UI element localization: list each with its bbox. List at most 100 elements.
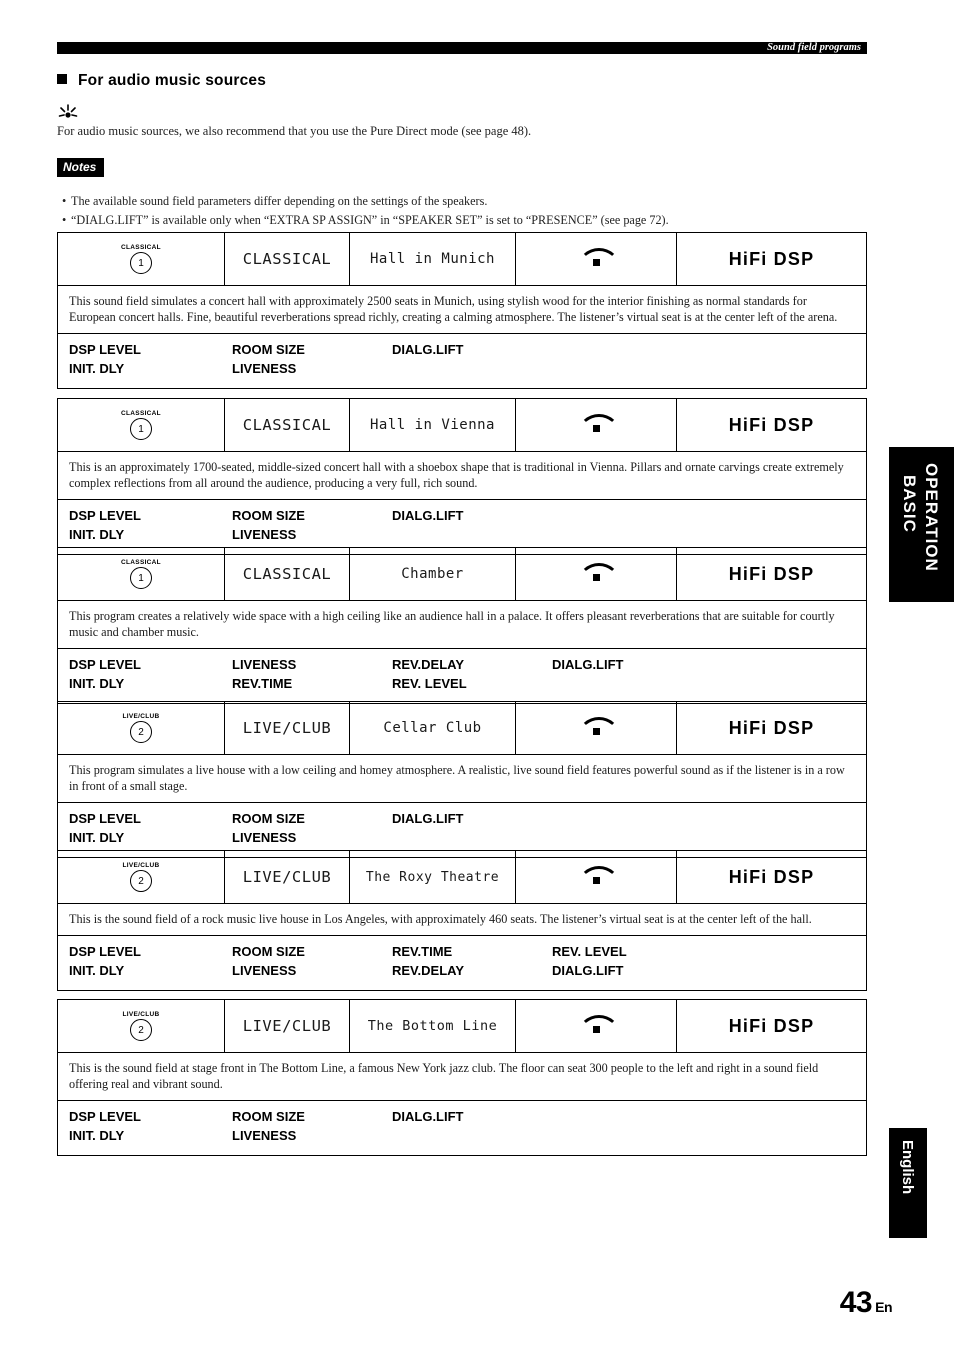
remote-button-indicator[interactable]: LIVE/CLUB 2 xyxy=(58,702,225,754)
hifi-dsp-badge: HiFi DSP xyxy=(728,717,815,738)
parameter-row-2: INIT. DLY LIVENESS xyxy=(69,829,855,848)
program-name: Cellar Club xyxy=(350,702,516,754)
parameter: LIVENESS xyxy=(232,962,297,978)
program-name: Hall in Vienna xyxy=(350,399,516,451)
side-tab-basic-operation: BASIC OPERATION xyxy=(889,447,954,602)
header-rule: Sound field programs xyxy=(57,42,867,54)
remote-button-indicator[interactable]: CLASSICAL 1 xyxy=(58,399,225,451)
parameter: LIVENESS xyxy=(232,657,297,673)
parameter: LIVENESS xyxy=(232,1128,297,1144)
program-description: This is the sound field of a rock music … xyxy=(58,903,866,935)
parameter: INIT. DLY xyxy=(69,527,125,543)
parameter: REV. LEVEL xyxy=(392,676,467,692)
presence-speaker-icon xyxy=(578,414,620,436)
remote-button-indicator[interactable]: CLASSICAL 1 xyxy=(58,548,225,600)
remote-button-number: 2 xyxy=(130,870,152,892)
program-parameters: DSP LEVEL ROOM SIZE DIALG.LIFT INIT. DLY… xyxy=(58,499,866,554)
speaker-icon-cell xyxy=(516,1000,677,1052)
program-parameters: DSP LEVEL ROOM SIZE DIALG.LIFT INIT. DLY… xyxy=(58,802,866,857)
program-name: Chamber xyxy=(350,548,516,600)
parameter-row-2: INIT. DLY LIVENESS xyxy=(69,526,855,545)
presence-speaker-icon xyxy=(578,248,620,270)
page-title: For audio music sources xyxy=(57,72,266,90)
program-name: Hall in Munich xyxy=(350,233,516,285)
manual-page: Sound field programs For audio music sou… xyxy=(0,0,954,1352)
program-block-5: LIVE/CLUB 2 LIVE/CLUB The Roxy Theatre H… xyxy=(57,850,867,991)
program-category: LIVE/CLUB xyxy=(225,851,350,903)
hifi-dsp-badge: HiFi DSP xyxy=(728,414,815,435)
parameter: DSP LEVEL xyxy=(69,657,142,673)
parameter-row-1: DSP LEVEL ROOM SIZE DIALG.LIFT xyxy=(69,341,855,360)
parameter: ROOM SIZE xyxy=(232,1109,305,1125)
parameter: DIALG.LIFT xyxy=(392,508,464,524)
remote-button-number: 1 xyxy=(130,567,152,589)
parameter: ROOM SIZE xyxy=(232,342,305,358)
parameter: LIVENESS xyxy=(232,527,297,543)
notes-badge: Notes xyxy=(57,158,105,177)
note-item-2: • “DIALG.LIFT” is available only when “EX… xyxy=(62,213,669,227)
parameter-row-2: INIT. DLY LIVENESS xyxy=(69,1127,855,1146)
remote-button-label: CLASSICAL xyxy=(121,244,161,251)
remote-button-indicator[interactable]: CLASSICAL 1 xyxy=(58,233,225,285)
parameter: DSP LEVEL xyxy=(69,342,142,358)
parameter-row-1: DSP LEVEL LIVENESS REV.DELAY DIALG.LIFT xyxy=(69,656,855,675)
program-header-row: LIVE/CLUB 2 LIVE/CLUB Cellar Club HiFi D… xyxy=(58,702,866,754)
parameter: ROOM SIZE xyxy=(232,811,305,827)
tip-text: For audio music sources, we also recomme… xyxy=(57,124,532,138)
program-block-3: CLASSICAL 1 CLASSICAL Chamber HiFi DSP T… xyxy=(57,547,867,704)
tip-sparkle-icon xyxy=(57,103,79,123)
remote-button-number: 2 xyxy=(130,721,152,743)
program-block-2: CLASSICAL 1 CLASSICAL Hall in Vienna HiF… xyxy=(57,398,867,555)
hifi-dsp-badge: HiFi DSP xyxy=(728,248,815,269)
parameter: DIALG.LIFT xyxy=(392,811,464,827)
remote-button-number: 1 xyxy=(130,418,152,440)
program-description: This is the sound field at stage front i… xyxy=(58,1052,866,1100)
speaker-icon-cell xyxy=(516,702,677,754)
program-block-4: LIVE/CLUB 2 LIVE/CLUB Cellar Club HiFi D… xyxy=(57,701,867,858)
parameter-row-1: DSP LEVEL ROOM SIZE DIALG.LIFT xyxy=(69,507,855,526)
header-section-tab: Sound field programs xyxy=(761,42,867,54)
page-number-suffix: En xyxy=(875,1299,892,1315)
program-description: This program creates a relatively wide s… xyxy=(58,600,866,648)
program-header-row: CLASSICAL 1 CLASSICAL Hall in Vienna HiF… xyxy=(58,399,866,451)
parameter: ROOM SIZE xyxy=(232,508,305,524)
program-header-row: LIVE/CLUB 2 LIVE/CLUB The Bottom Line Hi… xyxy=(58,1000,866,1052)
program-name: The Bottom Line xyxy=(350,1000,516,1052)
presence-speaker-icon xyxy=(578,866,620,888)
parameter: INIT. DLY xyxy=(69,830,125,846)
page-number: 43 En xyxy=(840,1286,893,1320)
parameter: LIVENESS xyxy=(232,830,297,846)
program-parameters: DSP LEVEL ROOM SIZE DIALG.LIFT INIT. DLY… xyxy=(58,1100,866,1155)
remote-button-number: 2 xyxy=(130,1019,152,1041)
parameter: REV.TIME xyxy=(232,676,293,692)
hifi-dsp-badge: HiFi DSP xyxy=(728,563,815,584)
remote-button-indicator[interactable]: LIVE/CLUB 2 xyxy=(58,1000,225,1052)
program-description: This program simulates a live house with… xyxy=(58,754,866,802)
program-parameters: DSP LEVEL ROOM SIZE DIALG.LIFT INIT. DLY… xyxy=(58,333,866,388)
remote-button-indicator[interactable]: LIVE/CLUB 2 xyxy=(58,851,225,903)
program-category: LIVE/CLUB xyxy=(225,702,350,754)
parameter-row-2: INIT. DLY LIVENESS REV.DELAY DIALG.LIFT xyxy=(69,962,855,981)
parameter: DSP LEVEL xyxy=(69,1109,142,1125)
parameter: REV.DELAY xyxy=(392,962,465,978)
remote-button-label: LIVE/CLUB xyxy=(122,1011,160,1018)
program-block-6: LIVE/CLUB 2 LIVE/CLUB The Bottom Line Hi… xyxy=(57,999,867,1156)
program-name: The Roxy Theatre xyxy=(350,851,516,903)
parameter-row-2: INIT. DLY LIVENESS xyxy=(69,360,855,379)
parameter-row-2: INIT. DLY REV.TIME REV. LEVEL xyxy=(69,675,855,694)
remote-button-label: LIVE/CLUB xyxy=(122,862,160,869)
program-description: This is an approximately 1700-seated, mi… xyxy=(58,451,866,499)
program-header-row: CLASSICAL 1 CLASSICAL Hall in Munich HiF… xyxy=(58,233,866,285)
parameter: INIT. DLY xyxy=(69,962,125,978)
program-category: CLASSICAL xyxy=(225,548,350,600)
hifi-dsp-badge: HiFi DSP xyxy=(728,1015,815,1036)
note-item-2-text: “DIALG.LIFT” is available only when “EXT… xyxy=(71,213,669,227)
page-title-text: For audio music sources xyxy=(78,72,267,89)
parameter: DIALG.LIFT xyxy=(552,962,624,978)
side-tab-language: English xyxy=(889,1128,927,1238)
presence-speaker-icon xyxy=(578,563,620,585)
parameter: DSP LEVEL xyxy=(69,944,142,960)
program-category: LIVE/CLUB xyxy=(225,1000,350,1052)
program-header-row: CLASSICAL 1 CLASSICAL Chamber HiFi DSP xyxy=(58,548,866,600)
parameter-row-1: DSP LEVEL ROOM SIZE DIALG.LIFT xyxy=(69,810,855,829)
